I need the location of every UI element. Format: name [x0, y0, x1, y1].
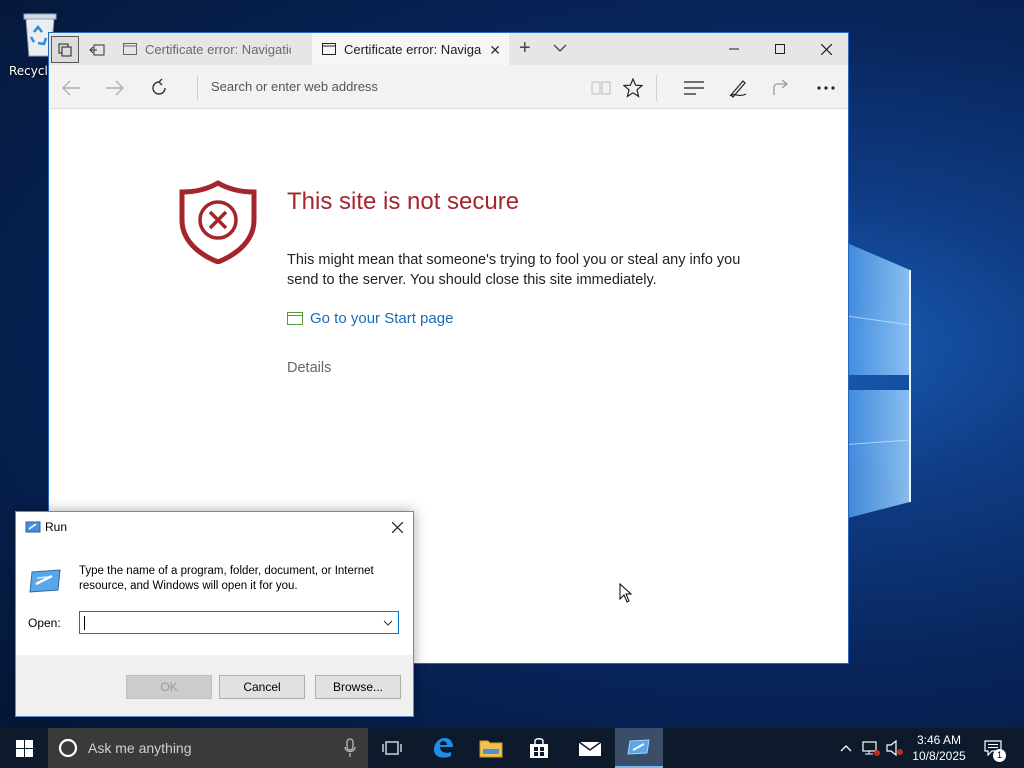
- task-view-icon: [382, 741, 402, 755]
- clock-time: 3:46 AM: [916, 733, 962, 747]
- tab-label: Certificate error: Navigation: [145, 41, 291, 57]
- refresh-icon: [152, 78, 166, 95]
- run-program-icon: [29, 569, 61, 593]
- edge-icon: [434, 738, 453, 758]
- run-app-icon: [25, 521, 41, 533]
- mail-button[interactable]: [566, 728, 614, 768]
- set-aside-icon: [89, 44, 105, 55]
- cancel-button[interactable]: Cancel: [219, 675, 305, 699]
- run-dialog-title: Run: [45, 520, 68, 534]
- windows-logo-wallpaper: [840, 240, 911, 520]
- browser-toolbar: Search or enter web address: [49, 65, 848, 109]
- maximize-button[interactable]: [757, 33, 803, 65]
- tab-certificate-error-1[interactable]: Certificate error: Navigation: [113, 33, 309, 65]
- start-button[interactable]: [0, 728, 48, 768]
- open-dropdown-button[interactable]: [378, 612, 398, 633]
- edge-taskbar-button[interactable]: [419, 728, 467, 768]
- network-tray-button[interactable]: [860, 728, 882, 768]
- back-button[interactable]: [58, 75, 84, 101]
- windows-start-icon: [15, 739, 33, 757]
- set-tabs-aside-button[interactable]: [83, 36, 111, 63]
- browse-button[interactable]: Browse...: [315, 675, 401, 699]
- action-center-button[interactable]: [980, 728, 1006, 768]
- minimize-icon: [729, 48, 739, 50]
- file-explorer-icon: [479, 740, 503, 758]
- chevron-down-icon: [383, 620, 393, 626]
- network-icon: [862, 741, 880, 756]
- toolbar-separator: [197, 75, 198, 101]
- page-icon: [123, 43, 137, 55]
- share-icon: [773, 79, 789, 95]
- chevron-up-icon: [840, 745, 852, 752]
- system-clock[interactable]: 3:46 AM 10/8/2025: [908, 732, 970, 764]
- task-view-button[interactable]: [368, 728, 416, 768]
- run-dialog-titlebar: Run: [16, 512, 413, 542]
- close-tab-icon[interactable]: ✕: [489, 42, 501, 59]
- tab-certificate-error-2[interactable]: Certificate error: Naviga ✕: [312, 33, 509, 65]
- volume-tray-button[interactable]: [884, 728, 906, 768]
- error-title: This site is not secure: [287, 188, 520, 215]
- file-explorer-button[interactable]: [467, 728, 515, 768]
- open-label: Open:: [28, 616, 61, 630]
- volume-muted-icon: [886, 740, 903, 756]
- microphone-icon[interactable]: [344, 738, 356, 758]
- cortana-search-box[interactable]: Ask me anything: [48, 728, 368, 768]
- address-bar[interactable]: Search or enter web address: [211, 79, 378, 94]
- forward-button[interactable]: [102, 75, 128, 101]
- tab-set-aside-button[interactable]: [51, 36, 79, 63]
- tab-preview-chevron-icon[interactable]: [552, 40, 568, 56]
- mail-icon: [578, 741, 602, 756]
- reading-view-icon: [591, 81, 611, 95]
- shield-error-icon: [179, 180, 257, 264]
- mouse-cursor-icon: [619, 583, 633, 603]
- favorites-button[interactable]: [620, 75, 646, 101]
- clock-date: 10/8/2025: [912, 749, 966, 763]
- run-close-button[interactable]: [387, 517, 407, 537]
- refresh-button[interactable]: [146, 75, 172, 101]
- web-note-button[interactable]: [725, 75, 751, 101]
- page-icon: [322, 43, 336, 55]
- forward-arrow-icon: [106, 80, 124, 96]
- new-tab-button[interactable]: +: [519, 37, 531, 60]
- run-dialog-footer: OK Cancel Browse...: [16, 655, 413, 716]
- store-icon: [530, 738, 548, 758]
- error-description: This might mean that someone's trying to…: [287, 252, 741, 288]
- start-page-icon: [287, 312, 303, 325]
- open-combobox[interactable]: [79, 611, 399, 634]
- tab-label: Certificate error: Naviga: [344, 41, 482, 57]
- run-description: Type the name of a program, folder, docu…: [79, 565, 374, 592]
- minimize-button[interactable]: [711, 33, 757, 65]
- run-taskbar-button[interactable]: [615, 728, 663, 768]
- notification-count-badge: 1: [993, 749, 1006, 762]
- close-icon: [391, 521, 403, 533]
- taskbar: Ask me anything 3:46 AM 10/8/2025 1: [0, 728, 1024, 768]
- show-hidden-icons-button[interactable]: [838, 728, 854, 768]
- close-window-button[interactable]: [803, 33, 849, 65]
- hub-button[interactable]: [681, 75, 707, 101]
- close-icon: [820, 43, 832, 55]
- search-placeholder: Ask me anything: [88, 740, 192, 756]
- store-button[interactable]: [515, 728, 563, 768]
- more-button[interactable]: [813, 75, 839, 101]
- ellipsis-icon: [817, 86, 835, 90]
- toolbar-separator: [656, 75, 657, 101]
- run-icon: [627, 739, 650, 755]
- tabs-aside-icon: [58, 43, 72, 56]
- share-button[interactable]: [769, 75, 795, 101]
- star-icon: [623, 78, 643, 98]
- back-arrow-icon: [62, 80, 80, 96]
- browser-titlebar: Certificate error: Navigation Certificat…: [49, 33, 848, 65]
- cortana-icon: [58, 738, 78, 758]
- start-page-link[interactable]: Go to your Start page: [287, 310, 453, 327]
- reading-view-button[interactable]: [588, 75, 614, 101]
- ok-button[interactable]: OK: [126, 675, 212, 699]
- text-caret: [84, 616, 85, 630]
- maximize-icon: [775, 44, 785, 54]
- run-dialog: Run Type the name of a program, folder, …: [15, 511, 414, 717]
- details-toggle[interactable]: Details: [287, 360, 331, 376]
- hub-icon: [684, 81, 704, 95]
- pen-icon: [729, 80, 747, 98]
- start-page-link-label: Go to your Start page: [310, 310, 454, 327]
